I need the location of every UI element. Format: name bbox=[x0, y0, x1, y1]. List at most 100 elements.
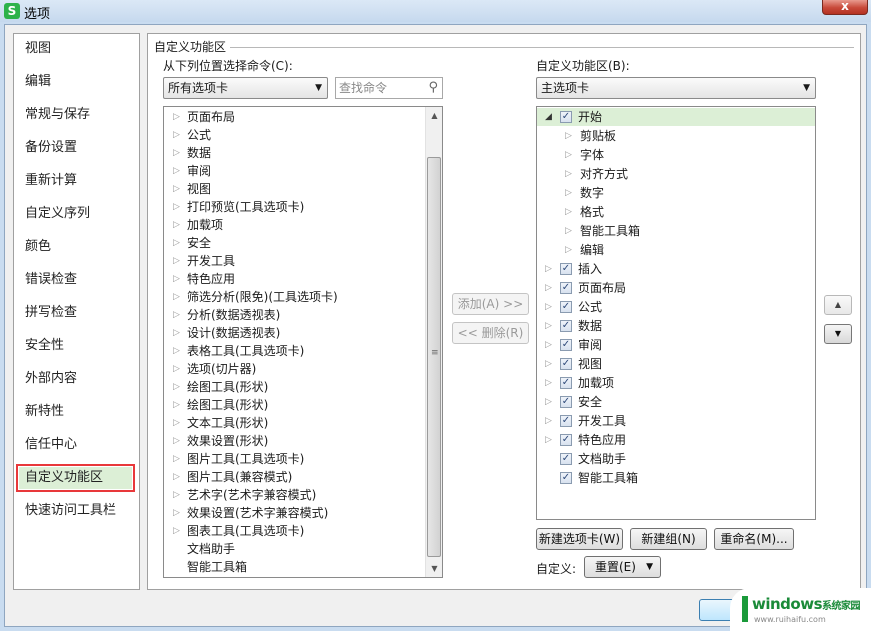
ribbon-tab-item[interactable]: ▷ ✓ 审阅 bbox=[537, 336, 815, 354]
checkbox[interactable]: ✓ bbox=[560, 320, 572, 332]
checkbox[interactable]: ✓ bbox=[560, 263, 572, 275]
expand-arrow-icon[interactable]: ▷ bbox=[173, 144, 180, 162]
command-list-item[interactable]: ▷ 艺术字(艺术字兼容模式) bbox=[164, 486, 424, 504]
new-tab-button[interactable]: 新建选项卡(W) bbox=[536, 528, 623, 550]
new-group-button[interactable]: 新建组(N) bbox=[630, 528, 707, 550]
ribbon-tabs-select[interactable]: 主选项卡 ▼ bbox=[536, 77, 816, 99]
expand-arrow-icon[interactable]: ▷ bbox=[545, 355, 552, 373]
expand-arrow-icon[interactable]: ▷ bbox=[173, 522, 180, 540]
expand-arrow-icon[interactable]: ▷ bbox=[173, 450, 180, 468]
nav-item[interactable]: 视图 bbox=[24, 38, 51, 60]
checkbox[interactable]: ✓ bbox=[560, 434, 572, 446]
expand-arrow-icon[interactable]: ▷ bbox=[173, 504, 180, 522]
command-list-item[interactable]: ▷ 审阅 bbox=[164, 162, 424, 180]
command-list-item[interactable]: ▷ 加载项 bbox=[164, 216, 424, 234]
expand-arrow-icon[interactable]: ▷ bbox=[173, 342, 180, 360]
add-button[interactable]: 添加(A) >> bbox=[452, 293, 529, 315]
nav-item[interactable]: 自定义序列 bbox=[24, 203, 90, 225]
scroll-thumb[interactable]: ≡ bbox=[427, 157, 441, 557]
nav-item[interactable]: 错误检查 bbox=[24, 269, 77, 291]
expand-arrow-icon[interactable]: ▷ bbox=[545, 279, 552, 297]
expand-arrow-icon[interactable]: ▷ bbox=[173, 288, 180, 306]
expand-arrow-icon[interactable]: ▷ bbox=[545, 298, 552, 316]
remove-button[interactable]: << 删除(R) bbox=[452, 322, 529, 344]
command-list-item[interactable]: ▷ 文本工具(形状) bbox=[164, 414, 424, 432]
ribbon-tab-item[interactable]: ▷ ✓ 页面布局 bbox=[537, 279, 815, 297]
nav-item[interactable]: 备份设置 bbox=[24, 137, 77, 159]
nav-item[interactable]: 编辑 bbox=[24, 71, 51, 93]
expand-arrow-icon[interactable]: ▷ bbox=[173, 126, 180, 144]
command-list-item[interactable]: ▷ 图表工具(工具选项卡) bbox=[164, 522, 424, 540]
ribbon-group-item[interactable]: ▷ 字体 bbox=[537, 146, 815, 164]
reset-dropdown[interactable]: 重置(E) ▼ bbox=[584, 556, 661, 578]
expand-arrow-icon[interactable]: ▷ bbox=[173, 270, 180, 288]
expand-arrow-icon[interactable]: ▷ bbox=[565, 203, 572, 221]
command-list-item[interactable]: ▷ 安全 bbox=[164, 234, 424, 252]
ribbon-tab-item[interactable]: ▷ ✓ 视图 bbox=[537, 355, 815, 373]
command-list-item[interactable]: ▷ 数据 bbox=[164, 144, 424, 162]
expand-arrow-icon[interactable]: ▷ bbox=[173, 432, 180, 450]
expand-arrow-icon[interactable]: ▷ bbox=[173, 180, 180, 198]
close-button[interactable]: x bbox=[822, 0, 868, 15]
expand-arrow-icon[interactable]: ▷ bbox=[173, 378, 180, 396]
nav-item[interactable]: 拼写检查 bbox=[24, 302, 77, 324]
expand-arrow-icon[interactable]: ▷ bbox=[173, 252, 180, 270]
command-list-item[interactable]: ▷ 打印预览(工具选项卡) bbox=[164, 198, 424, 216]
expand-arrow-icon[interactable]: ▷ bbox=[545, 317, 552, 335]
ribbon-tree[interactable]: ◢ ✓ 开始 ▷ 剪贴板 ▷ 字体 ▷ 对齐方式 ▷ 数字 ▷ 格式 ▷ 智能工具箱 ▷ 编辑 ▷ ✓ 插入 ▷ ✓ 页面布… bbox=[536, 106, 816, 520]
command-list-item[interactable]: 文档助手 bbox=[164, 540, 424, 558]
left-list-scrollbar[interactable]: ▲ ≡ ▼ bbox=[425, 107, 442, 577]
command-list-item[interactable]: ▷ 特色应用 bbox=[164, 270, 424, 288]
ribbon-tab-item[interactable]: ▷ ✓ 数据 bbox=[537, 317, 815, 335]
expand-arrow-icon[interactable]: ▷ bbox=[565, 222, 572, 240]
command-list-item[interactable]: ▷ 视图 bbox=[164, 180, 424, 198]
scroll-down-icon[interactable]: ▼ bbox=[426, 560, 443, 577]
command-list-item[interactable]: ▷ 图片工具(兼容模式) bbox=[164, 468, 424, 486]
command-list-item[interactable]: ▷ 效果设置(形状) bbox=[164, 432, 424, 450]
available-commands-list[interactable]: ▲ ≡ ▼ ▷ 页面布局 ▷ 公式 ▷ 数据 ▷ 审阅 ▷ 视图 ▷ 打印预览(工具选项卡) ▷ 加载项 ▷… bbox=[163, 106, 443, 578]
search-input[interactable]: 查找命令 ⚲ bbox=[335, 77, 443, 99]
ribbon-group-item[interactable]: ▷ 对齐方式 bbox=[537, 165, 815, 183]
expand-arrow-icon[interactable]: ▷ bbox=[173, 306, 180, 324]
nav-item[interactable]: 安全性 bbox=[24, 335, 64, 357]
rename-button[interactable]: 重命名(M)... bbox=[714, 528, 794, 550]
expand-arrow-icon[interactable]: ▷ bbox=[173, 414, 180, 432]
expand-arrow-icon[interactable]: ▷ bbox=[545, 374, 552, 392]
expand-arrow-icon[interactable]: ▷ bbox=[173, 216, 180, 234]
ribbon-tab-item[interactable]: ▷ ✓ 开发工具 bbox=[537, 412, 815, 430]
command-list-item[interactable]: 智能工具箱 bbox=[164, 558, 424, 576]
expand-arrow-icon[interactable]: ▷ bbox=[173, 234, 180, 252]
expand-arrow-icon[interactable]: ▷ bbox=[545, 336, 552, 354]
command-list-item[interactable]: ▷ 页面布局 bbox=[164, 108, 424, 126]
ribbon-tab-item[interactable]: ▷ ✓ 公式 bbox=[537, 298, 815, 316]
ribbon-tab-item[interactable]: ✓ 文档助手 bbox=[537, 450, 815, 468]
checkbox[interactable]: ✓ bbox=[560, 282, 572, 294]
checkbox[interactable]: ✓ bbox=[560, 472, 572, 484]
expand-arrow-icon[interactable]: ▷ bbox=[545, 431, 552, 449]
ribbon-group-item[interactable]: ▷ 智能工具箱 bbox=[537, 222, 815, 240]
nav-item[interactable]: 常规与保存 bbox=[24, 104, 90, 126]
expand-arrow-icon[interactable]: ▷ bbox=[565, 241, 572, 259]
command-list-item[interactable]: ▷ 公式 bbox=[164, 126, 424, 144]
ribbon-tab-item[interactable]: ▷ ✓ 插入 bbox=[537, 260, 815, 278]
checkbox[interactable]: ✓ bbox=[560, 377, 572, 389]
checkbox[interactable]: ✓ bbox=[560, 396, 572, 408]
expand-arrow-icon[interactable]: ▷ bbox=[173, 108, 180, 126]
expand-arrow-icon[interactable]: ▷ bbox=[545, 412, 552, 430]
expand-arrow-icon[interactable]: ▷ bbox=[173, 198, 180, 216]
ribbon-tab-item[interactable]: ◢ ✓ 开始 bbox=[537, 108, 815, 126]
collapse-arrow-icon[interactable]: ◢ bbox=[545, 108, 552, 126]
expand-arrow-icon[interactable]: ▷ bbox=[565, 146, 572, 164]
command-list-item[interactable]: ▷ 绘图工具(形状) bbox=[164, 396, 424, 414]
command-list-item[interactable]: ▷ 效果设置(艺术字兼容模式) bbox=[164, 504, 424, 522]
scroll-up-icon[interactable]: ▲ bbox=[426, 107, 443, 124]
ribbon-group-item[interactable]: ▷ 编辑 bbox=[537, 241, 815, 259]
ribbon-tab-item[interactable]: ▷ ✓ 加载项 bbox=[537, 374, 815, 392]
move-up-button[interactable]: ▲ bbox=[824, 295, 852, 315]
command-list-item[interactable]: ▷ 分析(数据透视表) bbox=[164, 306, 424, 324]
expand-arrow-icon[interactable]: ▷ bbox=[545, 393, 552, 411]
checkbox[interactable]: ✓ bbox=[560, 339, 572, 351]
checkbox[interactable]: ✓ bbox=[560, 358, 572, 370]
nav-item[interactable]: 颜色 bbox=[24, 236, 51, 258]
expand-arrow-icon[interactable]: ▷ bbox=[173, 396, 180, 414]
